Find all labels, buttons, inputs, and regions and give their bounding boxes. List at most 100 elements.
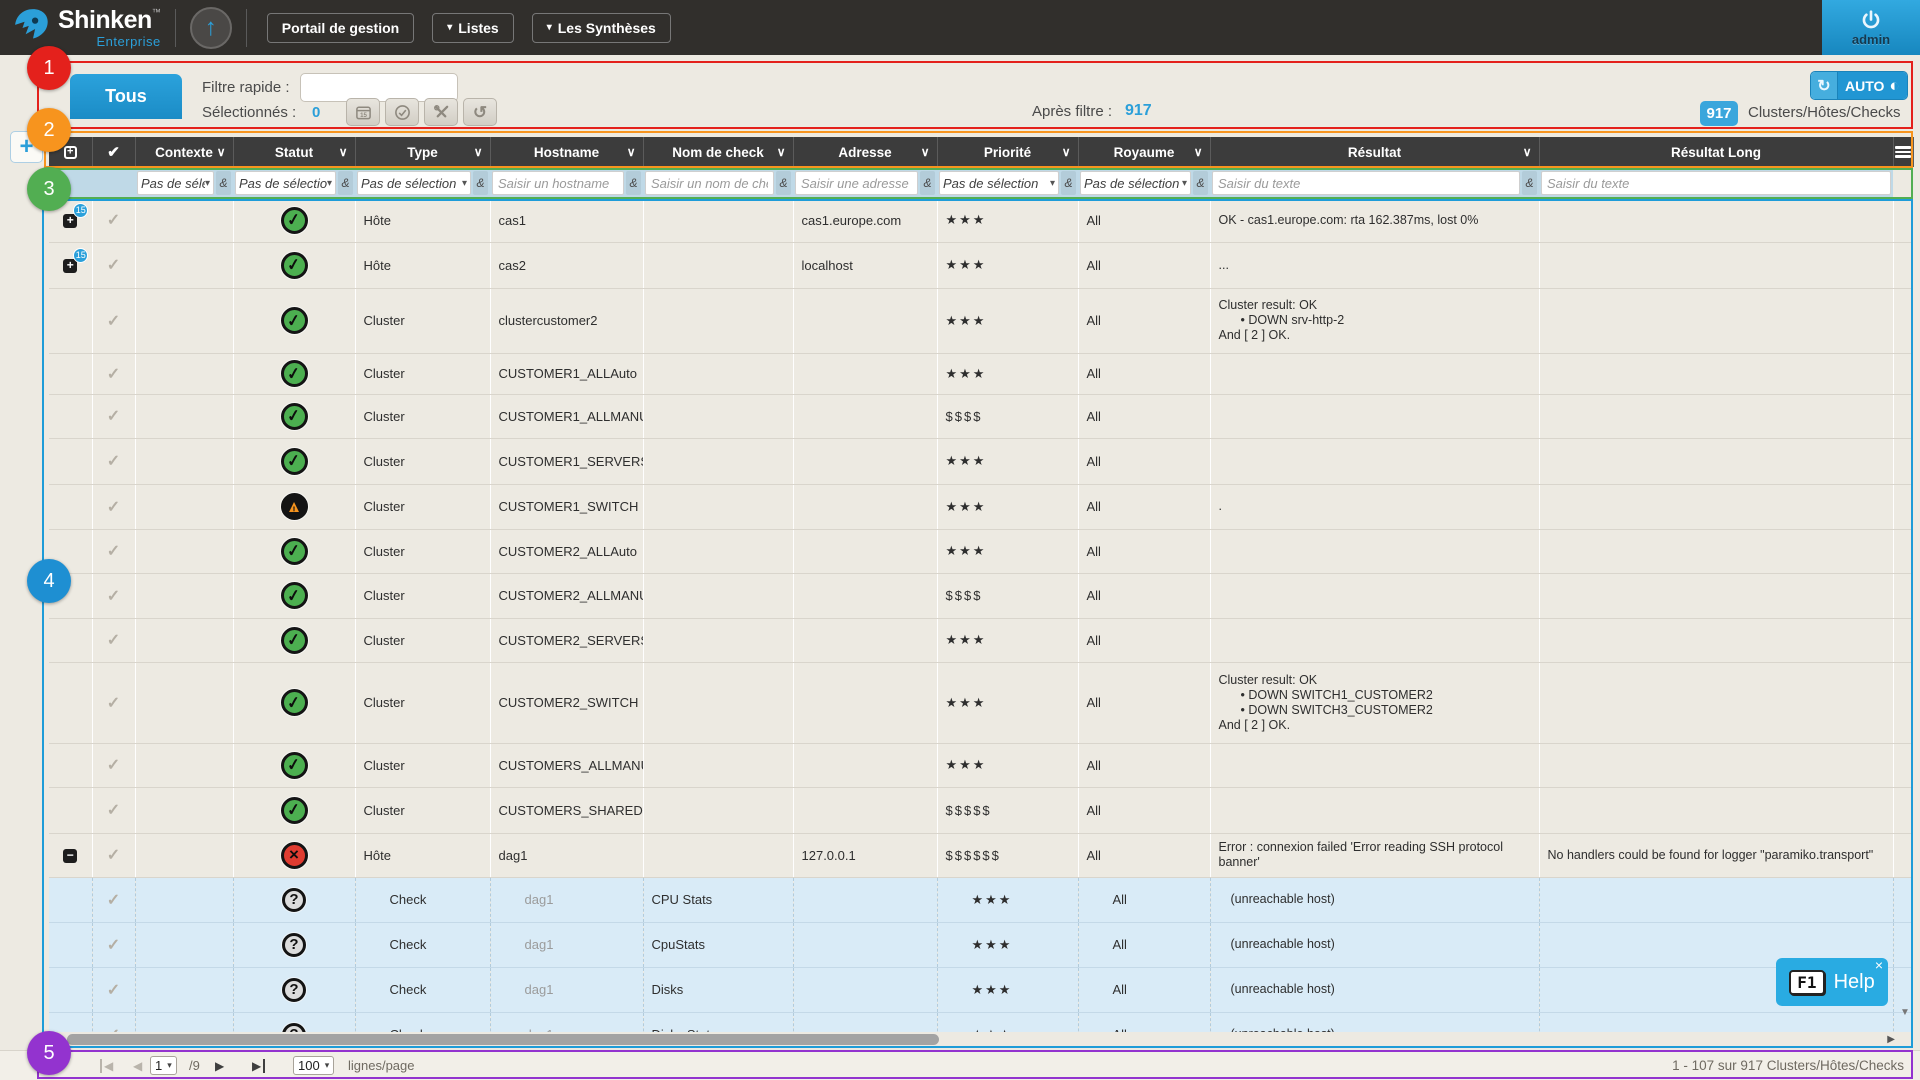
- filter-select-contexte[interactable]: Pas de sélection▾: [137, 171, 214, 195]
- table-row[interactable]: ✓✓Clusterclustercustomer2★★★AllCluster r…: [49, 288, 1913, 353]
- cell-select[interactable]: ✓: [92, 833, 135, 877]
- column-header-statut[interactable]: Statut∨: [233, 137, 355, 167]
- filter-select-statut[interactable]: Pas de sélection▾: [235, 171, 336, 195]
- auto-refresh-toggle[interactable]: ↻ AUTO ◐: [1810, 71, 1908, 100]
- table-row[interactable]: +15✓✓Hôtecas2localhost★★★All...: [49, 242, 1913, 288]
- table-row[interactable]: ✓✓ClusterCUSTOMER2_SERVERS★★★All: [49, 618, 1913, 662]
- nav-button-2[interactable]: ▾Listes: [432, 13, 514, 43]
- column-header-expand[interactable]: [49, 137, 92, 167]
- cell-select[interactable]: ✓: [92, 573, 135, 618]
- column-header-contexte[interactable]: Contexte∨: [135, 137, 233, 167]
- nav-button-1[interactable]: Portail de gestion: [267, 13, 414, 43]
- cell-select[interactable]: ✓: [92, 353, 135, 394]
- filter-input-hostname[interactable]: [492, 171, 624, 195]
- row-checkmark-icon[interactable]: ✓: [107, 982, 120, 999]
- row-checkmark-icon[interactable]: ✓: [107, 695, 120, 712]
- table-row[interactable]: ✓✓ClusterCUSTOMER1_SERVERS★★★All: [49, 438, 1913, 484]
- row-checkmark-icon[interactable]: ✓: [107, 212, 120, 229]
- table-row[interactable]: ✓✓ClusterCUSTOMER2_ALLAuto★★★All: [49, 529, 1913, 573]
- cell-select[interactable]: ✓: [92, 743, 135, 787]
- filter-input-resultat_long[interactable]: [1541, 171, 1891, 195]
- row-checkmark-icon[interactable]: ✓: [107, 632, 120, 649]
- column-header-check[interactable]: Nom de check∨: [643, 137, 793, 167]
- row-checkmark-icon[interactable]: ✓: [107, 757, 120, 774]
- column-header-select[interactable]: ✔: [92, 137, 135, 167]
- horizontal-scrollbar[interactable]: ▶: [49, 1032, 1897, 1047]
- scroll-down-arrow-icon[interactable]: ▼: [1900, 1007, 1910, 1018]
- table-row[interactable]: ✓?Checkdag1CpuStats★★★All(unreachable ho…: [49, 922, 1913, 967]
- filter-select-royaume[interactable]: Pas de sélection▾: [1080, 171, 1191, 195]
- scroll-top-button[interactable]: ↑: [190, 7, 232, 49]
- cell-select[interactable]: ✓: [92, 199, 135, 242]
- help-widget[interactable]: F1 Help ×: [1776, 958, 1888, 1006]
- column-header-adresse[interactable]: Adresse∨: [793, 137, 937, 167]
- tools-button[interactable]: [424, 98, 458, 126]
- filter-input-check[interactable]: [645, 171, 774, 195]
- table-row[interactable]: +15✓✓Hôtecas1cas1.europe.com★★★AllOK - c…: [49, 199, 1913, 242]
- undo-button[interactable]: ↺: [463, 98, 497, 126]
- admin-button[interactable]: admin: [1822, 0, 1920, 55]
- column-header-royaume[interactable]: Royaume∨: [1078, 137, 1210, 167]
- row-checkmark-icon[interactable]: ✓: [107, 313, 120, 330]
- acknowledge-button[interactable]: [385, 98, 419, 126]
- cell-select[interactable]: ✓: [92, 662, 135, 743]
- cell-select[interactable]: ✓: [92, 618, 135, 662]
- menu-icon[interactable]: [1895, 146, 1911, 158]
- filter-input-adresse[interactable]: [795, 171, 918, 195]
- table-row[interactable]: ✓?Checkdag1CPU Stats★★★All(unreachable h…: [49, 877, 1913, 922]
- table-row[interactable]: ✓✓ClusterCUSTOMER2_ALLMANU$$$$All: [49, 573, 1913, 618]
- row-checkmark-icon[interactable]: ✓: [107, 892, 120, 909]
- cell-select[interactable]: ✓: [92, 967, 135, 1012]
- column-header-resultat_long[interactable]: Résultat Long: [1539, 137, 1893, 167]
- scroll-right-arrow-icon[interactable]: ▶: [1887, 1034, 1895, 1045]
- prev-page-button[interactable]: ◀: [133, 1055, 142, 1076]
- filter-input-resultat[interactable]: [1212, 171, 1520, 195]
- cell-select[interactable]: ✓: [92, 394, 135, 438]
- table-row[interactable]: ✓✓ClusterCUSTOMERS_SHARED$$$$$All: [49, 787, 1913, 833]
- cell-select[interactable]: ✓: [92, 438, 135, 484]
- column-header-resultat[interactable]: Résultat∨: [1210, 137, 1539, 167]
- add-tab-button[interactable]: +: [10, 131, 43, 163]
- tab-tous[interactable]: Tous: [70, 74, 182, 119]
- nav-button-3[interactable]: ▾Les Synthèses: [532, 13, 671, 43]
- cell-select[interactable]: ✓: [92, 288, 135, 353]
- column-header-priorite[interactable]: Priorité∨: [937, 137, 1078, 167]
- cell-select[interactable]: ✓: [92, 242, 135, 288]
- horizontal-scrollbar-thumb[interactable]: [67, 1034, 939, 1045]
- expand-button[interactable]: +15: [63, 257, 77, 273]
- column-header-type[interactable]: Type∨: [355, 137, 490, 167]
- row-checkmark-icon[interactable]: ✓: [107, 499, 120, 516]
- shinken-logo[interactable]: Shinken™ Enterprise: [12, 7, 161, 49]
- vertical-scrollbar[interactable]: ▼: [1896, 199, 1913, 1032]
- calendar-button[interactable]: 15: [346, 98, 380, 126]
- table-row[interactable]: ✓?Checkdag1Disks★★★All(unreachable host): [49, 967, 1913, 1012]
- table-row[interactable]: ✓✓ClusterCUSTOMER1_ALLMANU$$$$All: [49, 394, 1913, 438]
- row-checkmark-icon[interactable]: ✓: [107, 937, 120, 954]
- column-header-menu[interactable]: [1893, 137, 1913, 167]
- table-row[interactable]: ✓✓ClusterCUSTOMERS_ALLMANU★★★All: [49, 743, 1913, 787]
- row-checkmark-icon[interactable]: ✓: [107, 453, 120, 470]
- table-row[interactable]: ✓✓ClusterCUSTOMER2_SWITCH★★★AllCluster r…: [49, 662, 1913, 743]
- cell-select[interactable]: ✓: [92, 529, 135, 573]
- cell-select[interactable]: ✓: [92, 787, 135, 833]
- cell-select[interactable]: ✓: [92, 922, 135, 967]
- row-checkmark-icon[interactable]: ✓: [107, 366, 120, 383]
- filter-select-type[interactable]: Pas de sélection▾: [357, 171, 471, 195]
- first-page-button[interactable]: ◀: [100, 1055, 113, 1076]
- row-checkmark-icon[interactable]: ✓: [107, 543, 120, 560]
- table-row[interactable]: ✓✓ClusterCUSTOMER1_ALLAuto★★★All: [49, 353, 1913, 394]
- page-select[interactable]: 1▾: [150, 1055, 177, 1076]
- row-checkmark-icon[interactable]: ✓: [107, 408, 120, 425]
- row-checkmark-icon[interactable]: ✓: [107, 257, 120, 274]
- filter-select-priorite[interactable]: Pas de sélection▾: [939, 171, 1059, 195]
- per-page-select[interactable]: 100▾: [293, 1055, 334, 1076]
- row-checkmark-icon[interactable]: ✓: [107, 588, 120, 605]
- row-checkmark-icon[interactable]: ✓: [107, 802, 120, 819]
- table-row[interactable]: −✓×Hôtedag1127.0.0.1$$$$$$AllError : con…: [49, 833, 1913, 877]
- last-page-button[interactable]: ▶: [252, 1055, 265, 1076]
- column-header-hostname[interactable]: Hostname∨: [490, 137, 643, 167]
- next-page-button[interactable]: ▶: [215, 1055, 224, 1076]
- row-checkmark-icon[interactable]: ✓: [107, 847, 120, 864]
- close-icon[interactable]: ×: [1875, 958, 1883, 972]
- table-row[interactable]: ✓?Checkdag1Disks Stats★★★All(unreachable…: [49, 1012, 1913, 1032]
